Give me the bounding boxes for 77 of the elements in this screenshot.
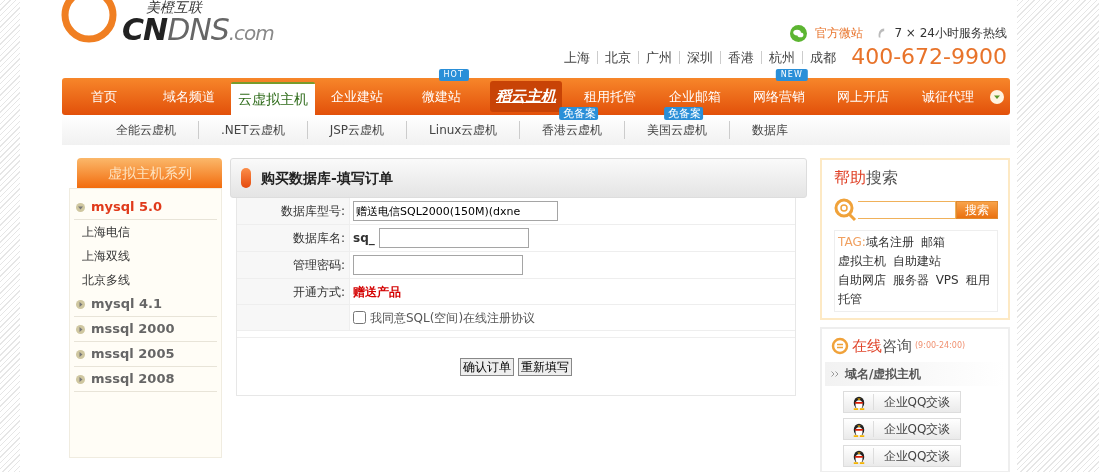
tag-link[interactable]: 域名注册: [865, 235, 914, 249]
search-field[interactable]: [858, 201, 956, 219]
logo-tagline: 美橙互联: [146, 0, 204, 16]
sidebar-group[interactable]: mysql 4.1: [74, 292, 217, 317]
subnav-link[interactable]: 香港云虚机: [542, 123, 603, 137]
expand-toggle-icon: [76, 324, 85, 334]
tag-link[interactable]: 租用: [965, 273, 990, 287]
collapse-toggle-icon: [76, 202, 85, 212]
city-link[interactable]: 香港: [720, 50, 762, 64]
sidebar-group[interactable]: mssql 2000: [74, 317, 217, 342]
dropdown-caret-icon[interactable]: [989, 89, 1004, 104]
city-link[interactable]: 北京: [597, 50, 639, 64]
sidebar-title: 虚拟主机系列: [77, 158, 222, 188]
text-input-field[interactable]: 赠送电信SQL2000(150M)(dxne: [353, 201, 558, 221]
subnav-link[interactable]: .NET云虚机: [221, 123, 285, 137]
hotline-label: 7 × 24小时服务热线: [894, 25, 1007, 42]
qq-chat-button[interactable]: 企业QQ交谈: [843, 390, 961, 413]
ring-logo-icon: [60, 0, 118, 44]
phone-handset-icon: [877, 27, 887, 39]
sidebar-item[interactable]: 上海电信: [74, 220, 217, 244]
name-prefix: sq_: [353, 230, 375, 247]
logo-wordmark: CNDNS.com: [122, 15, 274, 46]
hotline-number: 400-672-9900: [851, 46, 1007, 68]
agreement-label: 我同意SQL(空间)在线注册协议: [370, 309, 536, 327]
agreement-checkbox[interactable]: [353, 311, 366, 324]
sidebar-group[interactable]: mssql 2005: [74, 342, 217, 367]
field-label: 管理密码:: [237, 252, 350, 278]
tag-link[interactable]: 自助网店: [838, 273, 886, 287]
search-icon: [834, 198, 858, 222]
city-link[interactable]: 深圳: [679, 50, 721, 64]
city-link[interactable]: 成都: [802, 50, 844, 64]
city-link[interactable]: 广州: [638, 50, 680, 64]
city-link[interactable]: 上海: [557, 50, 598, 64]
cloud-host-logo-link[interactable]: 稻云主机: [489, 81, 562, 112]
sidebar-item[interactable]: 上海双线: [74, 244, 217, 268]
subnav-link[interactable]: JSP云虚机: [329, 123, 385, 137]
subnav-badge: 免备案: [559, 107, 599, 120]
tag-link[interactable]: 服务器: [892, 273, 929, 287]
consult-title: 在线咨询: [852, 336, 912, 357]
tag-link[interactable]: 邮箱: [920, 235, 945, 249]
qq-chat-button[interactable]: 企业QQ交谈: [843, 444, 961, 467]
text-input-field[interactable]: [353, 255, 523, 275]
tag-link[interactable]: 虚拟主机: [838, 254, 886, 268]
consult-group-title: 域名/虚拟主机: [845, 365, 922, 383]
sidebar-group[interactable]: mysql 5.0: [74, 195, 217, 220]
sidebar-group[interactable]: mssql 2008: [74, 367, 217, 392]
nav-badge: NEW: [775, 69, 808, 81]
field-label: 数据库名:: [237, 225, 350, 251]
subnav-badge: 免备案: [664, 107, 704, 120]
field-label: 数据库型号:: [237, 198, 350, 224]
expand-toggle-icon: [76, 374, 85, 384]
qq-chat-button[interactable]: 企业QQ交谈: [843, 417, 961, 440]
text-input-field[interactable]: [378, 228, 529, 248]
expand-toggle-icon: [76, 349, 85, 359]
subnav-link[interactable]: 全能云虚机: [116, 123, 176, 137]
pill-icon: [241, 168, 251, 188]
city-link[interactable]: 杭州: [761, 50, 803, 64]
expand-toggle-icon: [76, 299, 85, 309]
tag-link[interactable]: 托管: [838, 292, 862, 306]
subnav-link[interactable]: 美国云虚机: [647, 123, 708, 137]
chat-bubbles-icon: [790, 24, 808, 42]
form-button[interactable]: 重新填写: [518, 357, 572, 376]
form-button[interactable]: 确认订单: [460, 357, 514, 376]
tag-label: TAG:: [838, 235, 866, 249]
chat-bubble-icon: [831, 337, 849, 356]
double-chevron-icon: [831, 370, 839, 377]
tag-link[interactable]: VPS: [935, 273, 959, 287]
sidebar-item[interactable]: 北京多线: [74, 268, 217, 292]
nav-badge: HOT: [438, 69, 469, 81]
service-hours: (9:00-24:00): [915, 340, 966, 353]
tag-link[interactable]: 自助建站: [892, 254, 941, 268]
subnav-link[interactable]: 数据库: [752, 123, 789, 137]
panel-title: 购买数据库-填写订单: [261, 168, 393, 188]
subnav-link[interactable]: Linux云虚机: [429, 123, 498, 137]
help-title: 帮助搜索: [834, 167, 899, 189]
field-label: 开通方式:: [237, 279, 350, 304]
activation-method-value: 赠送产品: [353, 283, 401, 301]
